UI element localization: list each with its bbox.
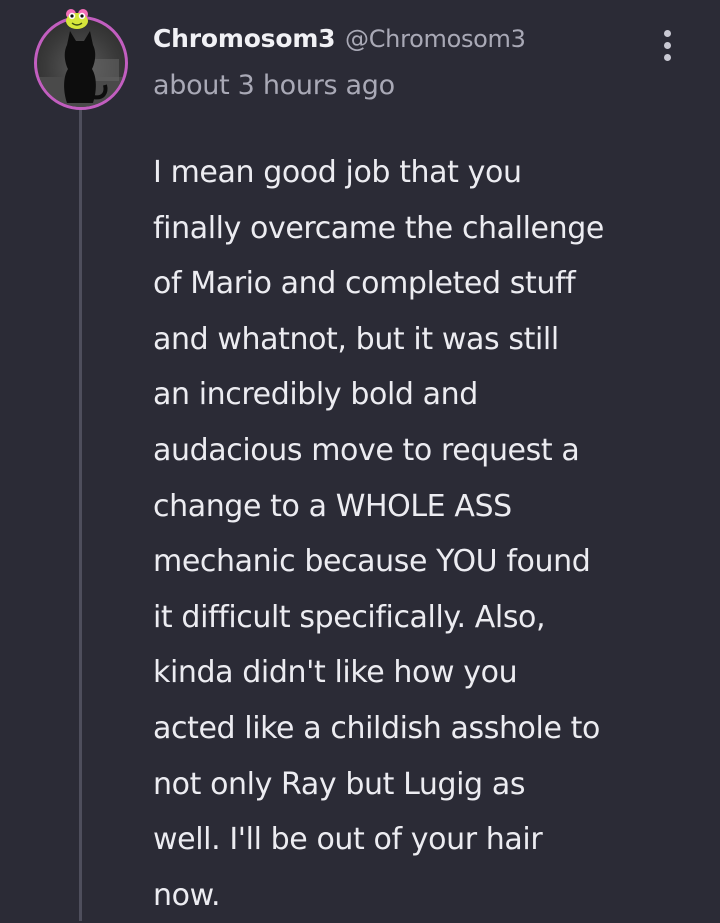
frog-badge-icon bbox=[64, 8, 90, 30]
comment-line: well. I'll be out of your hair bbox=[153, 822, 543, 858]
comment-line: finally overcame the challenge bbox=[153, 210, 604, 246]
comment-line: now. bbox=[153, 877, 221, 913]
author-display-name[interactable]: Chromosom3 bbox=[153, 24, 336, 53]
comment-body: I mean good job that you finally overcam… bbox=[153, 145, 713, 923]
thread-line bbox=[79, 104, 82, 921]
comment-line: I mean good job that you bbox=[153, 155, 522, 190]
more-vertical-icon-dot bbox=[664, 54, 671, 61]
more-vertical-icon bbox=[664, 30, 671, 37]
author-handle[interactable]: @Chromosom3 bbox=[345, 25, 526, 53]
comment-line: change to a WHOLE ASS bbox=[153, 488, 512, 524]
comment-timestamp[interactable]: about 3 hours ago bbox=[153, 70, 395, 101]
more-vertical-icon-dot bbox=[664, 42, 671, 49]
comment-line: and whatnot, but it was still bbox=[153, 321, 559, 357]
more-options-button[interactable] bbox=[650, 26, 686, 66]
black-cat-avatar bbox=[34, 16, 128, 110]
comment-line: of Mario and completed stuff bbox=[153, 266, 576, 302]
avatar[interactable] bbox=[34, 9, 128, 110]
comment-line: an incredibly bold and bbox=[153, 377, 478, 413]
comment-line: kinda didn't like how you bbox=[153, 655, 518, 691]
comment-line: it difficult specifically. Also, bbox=[153, 599, 546, 635]
comment-line: not only Ray but Lugig as bbox=[153, 766, 526, 802]
comment-line: acted like a childish asshole to bbox=[153, 710, 600, 746]
comment-line: audacious move to request a bbox=[153, 432, 580, 468]
comment-line: mechanic because YOU found bbox=[153, 544, 591, 580]
